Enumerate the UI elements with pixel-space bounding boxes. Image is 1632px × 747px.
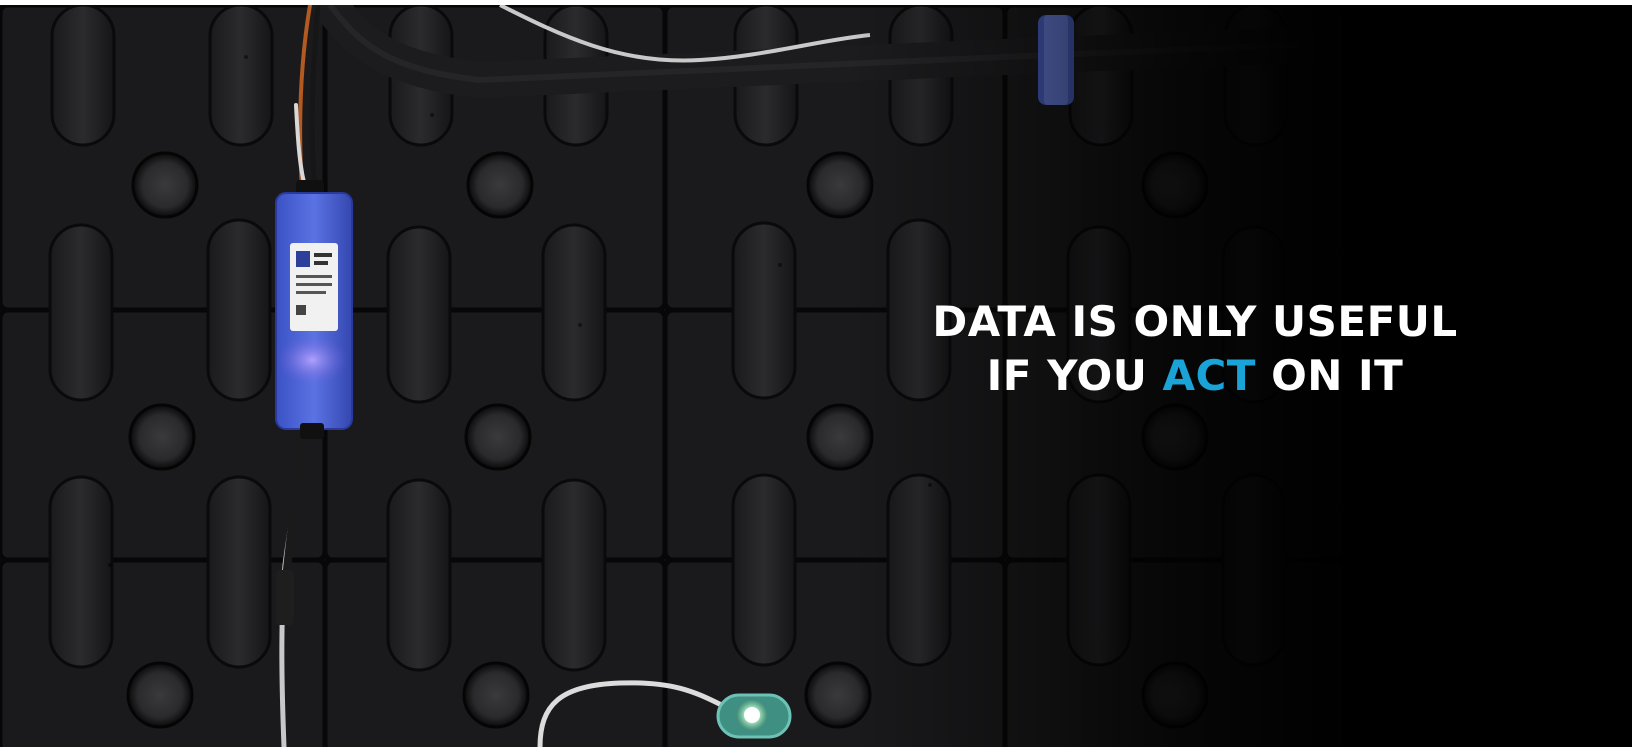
headline-line-2-post: ON IT — [1255, 351, 1404, 400]
hero-banner: DATA IS ONLY USEFUL IF YOU ACT ON IT — [0, 5, 1632, 747]
hero-headline: DATA IS ONLY USEFUL IF YOU ACT ON IT — [930, 295, 1460, 403]
headline-accent-word: ACT — [1162, 351, 1256, 400]
headline-line-1: DATA IS ONLY USEFUL — [932, 297, 1458, 346]
battery-monitor-device — [275, 180, 353, 439]
indicator-led — [716, 693, 792, 739]
headline-line-2-pre: IF YOU — [986, 351, 1163, 400]
headline-line-2: IF YOU ACT ON IT — [930, 349, 1460, 403]
